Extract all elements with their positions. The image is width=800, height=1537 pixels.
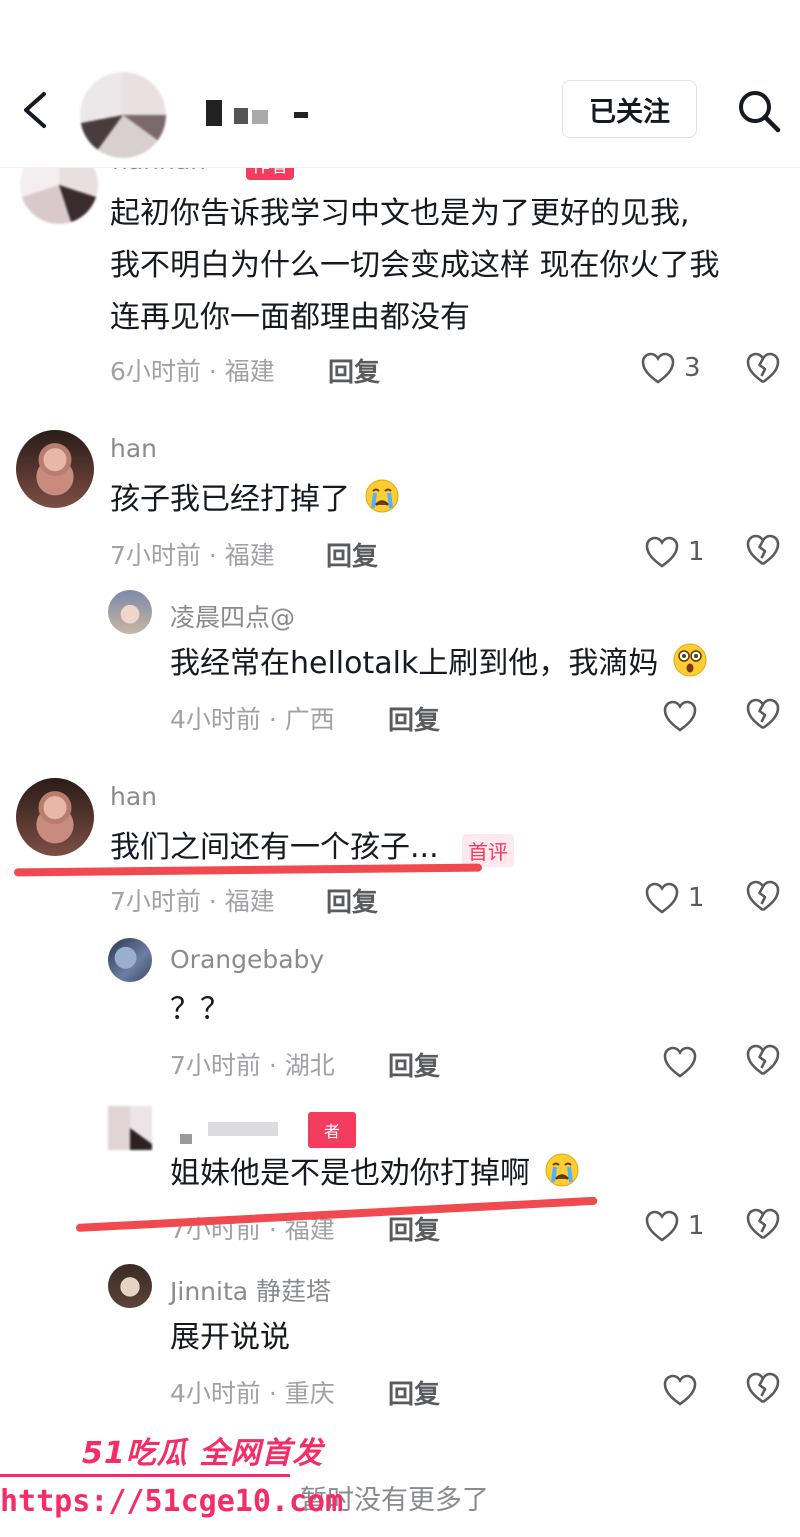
reply-username[interactable]: Orangebaby	[170, 945, 324, 974]
dislike-button[interactable]	[744, 1370, 784, 1410]
like-button[interactable]	[662, 1370, 742, 1410]
like-button[interactable]	[662, 1042, 742, 1082]
broken-heart-icon	[746, 1044, 780, 1076]
watermark-title: 51吃瓜 全网首发	[82, 1436, 324, 1471]
like-count: 1	[688, 883, 705, 913]
top-bar: 已关注	[0, 0, 800, 168]
like-button[interactable]	[662, 696, 742, 736]
comment-text-line: 连再见你一面都理由都没有	[110, 300, 470, 335]
first-comment-badge: 首评	[462, 834, 514, 867]
heart-icon	[663, 1374, 697, 1406]
profile-avatar[interactable]	[80, 72, 166, 158]
comment-meta: 6小时前 · 福建	[110, 357, 275, 386]
broken-heart-icon	[746, 534, 780, 566]
reply-meta: 4小时前 · 重庆	[170, 1379, 335, 1408]
like-button[interactable]: 3	[640, 348, 720, 388]
heart-icon	[645, 882, 679, 914]
broken-heart-icon	[746, 698, 780, 730]
search-icon	[739, 91, 781, 133]
reply-text-content: 我经常在hellotalk上刷到他，我滴妈	[170, 646, 659, 681]
heart-icon	[645, 1210, 679, 1242]
comment-text: 孩子我已经打掉了	[110, 474, 400, 526]
reply-text: ？？	[170, 992, 230, 1027]
reply-button[interactable]: 回复	[326, 536, 378, 573]
watermark-divider	[0, 1474, 290, 1477]
dislike-button[interactable]	[744, 1042, 784, 1082]
highlight-underline	[13, 863, 483, 877]
like-count: 3	[684, 353, 701, 383]
reply-meta: 4小时前 · 广西	[170, 705, 335, 734]
broken-heart-icon	[746, 352, 780, 384]
heart-icon	[641, 352, 675, 384]
reply-button[interactable]: 回复	[328, 352, 380, 389]
author-badge: 者	[308, 1112, 357, 1148]
reply-button[interactable]: 回复	[388, 1210, 440, 1247]
astonished-face-emoji	[673, 643, 707, 677]
commenter-avatar[interactable]	[16, 430, 94, 508]
reply-text: 姐妹他是不是也劝你打掉啊	[170, 1148, 580, 1200]
reply-username[interactable]: Jinnita 静莛塔	[170, 1272, 331, 1308]
like-button[interactable]: 1	[644, 1206, 724, 1246]
reply-button[interactable]: 回复	[388, 1046, 440, 1083]
comment-meta: 7小时前 · 福建	[110, 541, 275, 570]
comment-meta: 7小时前 · 福建	[110, 887, 275, 916]
heart-icon	[645, 536, 679, 568]
replier-avatar[interactable]	[108, 1106, 152, 1150]
comment-username[interactable]: han	[110, 782, 157, 811]
broken-heart-icon	[746, 1372, 780, 1404]
following-button[interactable]: 已关注	[562, 80, 697, 138]
dislike-button[interactable]	[744, 878, 784, 918]
reply-username[interactable]: 凌晨四点@	[170, 598, 295, 634]
reply-text: 展开说说	[170, 1320, 290, 1355]
search-button[interactable]	[734, 86, 784, 136]
dislike-button[interactable]	[744, 532, 784, 572]
reply-button[interactable]: 回复	[326, 882, 378, 919]
dislike-button[interactable]	[744, 350, 784, 390]
replier-avatar[interactable]	[108, 590, 152, 634]
like-count: 1	[688, 1211, 705, 1241]
replier-avatar[interactable]	[108, 938, 152, 982]
reply-text-content: 姐妹他是不是也劝你打掉啊	[170, 1156, 530, 1191]
broken-heart-icon	[746, 1208, 780, 1240]
commenter-avatar[interactable]	[16, 778, 94, 856]
crying-face-emoji	[545, 1153, 579, 1187]
reply-button[interactable]: 回复	[388, 1374, 440, 1411]
reply-text: 我经常在hellotalk上刷到他，我滴妈	[170, 638, 708, 690]
crying-face-emoji	[365, 479, 399, 513]
reply-button[interactable]: 回复	[388, 700, 440, 737]
heart-icon	[663, 700, 697, 732]
like-button[interactable]: 1	[644, 878, 724, 918]
comment-username[interactable]: han	[110, 434, 157, 463]
like-count: 1	[688, 537, 705, 567]
comment-text-line: 起初你告诉我学习中文也是为了更好的见我,	[110, 196, 690, 231]
watermark-url: https://51cge10.com	[0, 1484, 344, 1519]
heart-icon	[663, 1046, 697, 1078]
dislike-button[interactable]	[744, 696, 784, 736]
highlight-underline	[75, 1196, 598, 1232]
broken-heart-icon	[746, 880, 780, 912]
reply-meta: 7小时前 · 湖北	[170, 1051, 335, 1080]
chevron-left-icon	[24, 92, 46, 128]
profile-name-redacted	[206, 98, 316, 128]
like-button[interactable]: 1	[644, 532, 724, 572]
back-button[interactable]	[14, 86, 62, 134]
comment-text-line: 我不明白为什么一切会变成这样 现在你火了我	[110, 248, 720, 283]
replier-avatar[interactable]	[108, 1264, 152, 1308]
comment-text-content: 孩子我已经打掉了	[110, 482, 350, 517]
dislike-button[interactable]	[744, 1206, 784, 1246]
